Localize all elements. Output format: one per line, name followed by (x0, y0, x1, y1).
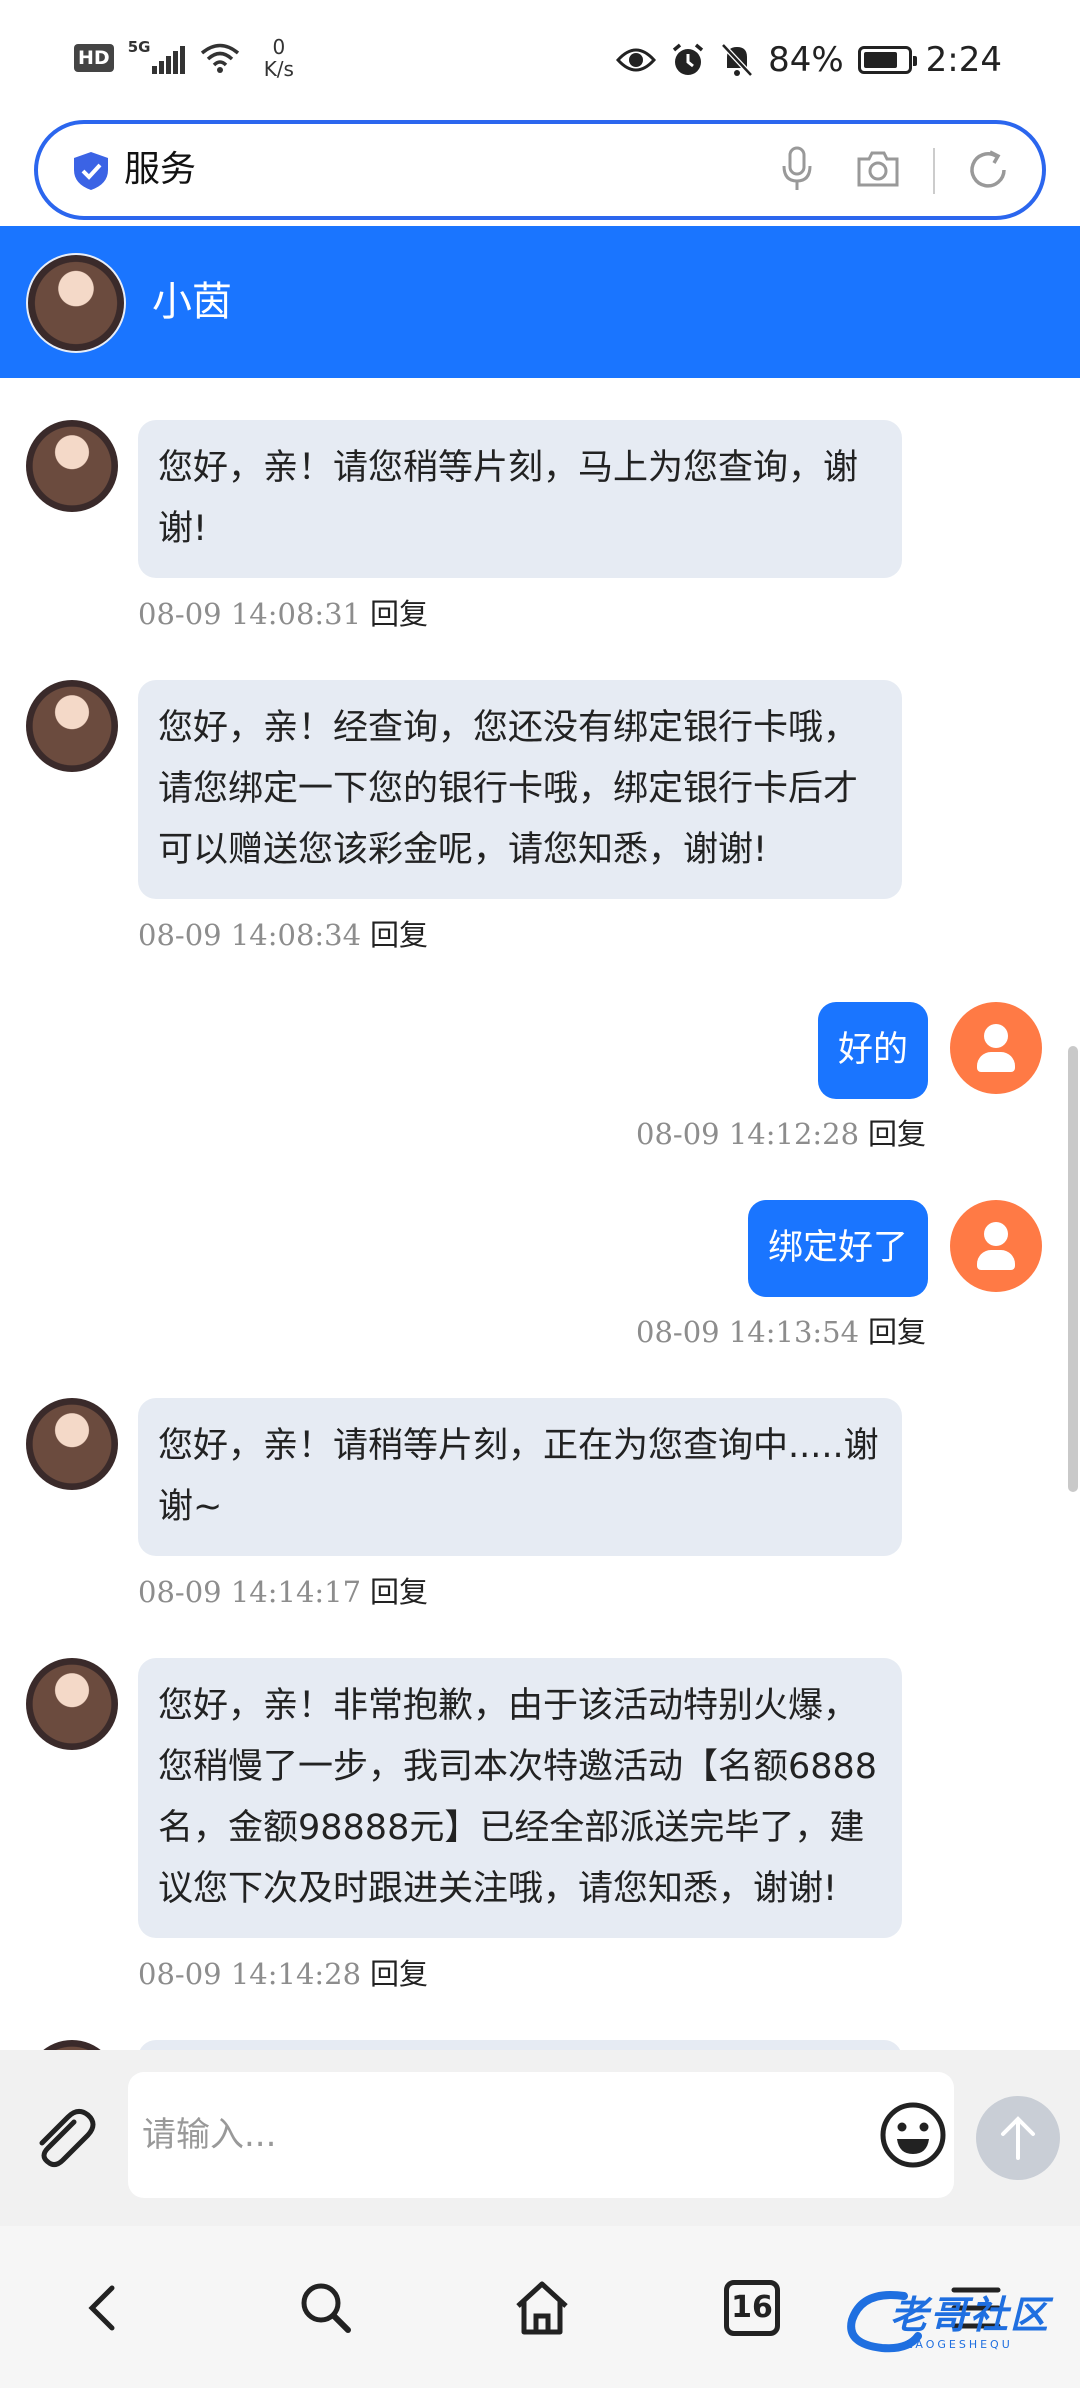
watermark-logo: 老哥社区 LAOGESHEQU (842, 2286, 1064, 2362)
message-list[interactable]: 您好，亲！请您稍等片刻，马上为您查询，谢谢! 08-09 14:08:31 回复… (0, 378, 1080, 2050)
status-bar: HD 5G 0 K/s 84% 2:24 (0, 0, 1080, 118)
microphone-icon[interactable] (780, 146, 814, 192)
message-time: 08-09 14:14:28 (138, 1957, 362, 1991)
message-bubble-agent: 您好，亲！经查询，您还没有绑定银行卡哦，请您绑定一下您的银行卡哦，绑定银行卡后才… (138, 680, 902, 899)
network-type: 5G (127, 38, 151, 56)
mute-bell-icon (721, 43, 753, 77)
user-avatar (950, 1002, 1042, 1094)
message-time: 08-09 14:08:34 (138, 918, 362, 952)
message-bubble-user: 好的 (817, 1002, 928, 1099)
tab-count: 16 (731, 2290, 773, 2325)
input-bar: 请输入... (0, 2050, 1080, 2226)
net-speed-unit: K/s (263, 57, 294, 81)
reply-button[interactable]: 回复 (370, 915, 428, 955)
agent-avatar (26, 1658, 118, 1750)
search-icon[interactable] (294, 2276, 358, 2340)
agent-name: 小茵 (152, 279, 232, 325)
arrow-up-icon (1001, 2116, 1035, 2160)
reply-button[interactable]: 回复 (868, 1114, 926, 1154)
message-bubble-agent: 您好，亲！请稍等片刻，正在为您查询中.....谢谢~ (138, 1398, 902, 1556)
tabs-button[interactable]: 16 (724, 2280, 780, 2336)
input-placeholder: 请输入... (142, 2115, 277, 2155)
agent-avatar (26, 253, 126, 353)
eye-icon (616, 48, 657, 72)
status-right: 84% 2:24 (616, 40, 1002, 80)
message-bubble-agent: 您好，亲！非常抱歉，由于该活动特别火爆，您稍慢了一步，我司本次特邀活动【名额68… (138, 1658, 902, 1938)
message-input[interactable]: 请输入... (128, 2072, 954, 2198)
browser-nav-bar: 16 老哥社区 LAOGESHEQU (0, 2226, 1080, 2388)
address-text[interactable]: 服务 (124, 144, 196, 196)
message-time: 08-09 14:12:28 (636, 1117, 860, 1151)
message-bubble-agent (138, 2040, 902, 2050)
address-bar[interactable]: 服务 (34, 120, 1046, 220)
agent-avatar (26, 420, 118, 512)
divider (933, 148, 935, 194)
hd-badge: HD (74, 44, 114, 72)
shield-icon (74, 152, 108, 190)
signal-icon: 5G (128, 38, 186, 78)
message-bubble-agent: 您好，亲！请您稍等片刻，马上为您查询，谢谢! (138, 420, 902, 578)
message-bubble-user: 绑定好了 (747, 1200, 928, 1297)
refresh-icon[interactable] (966, 148, 1010, 192)
agent-avatar (26, 1398, 118, 1490)
message-time: 08-09 14:08:31 (138, 597, 362, 631)
user-avatar (950, 1200, 1042, 1292)
message-time: 08-09 14:13:54 (636, 1315, 860, 1349)
wifi-icon (200, 43, 239, 73)
reply-button[interactable]: 回复 (868, 1312, 926, 1352)
back-icon[interactable] (72, 2276, 136, 2340)
battery-icon (857, 46, 917, 74)
reply-button[interactable]: 回复 (370, 594, 428, 634)
home-icon[interactable] (510, 2276, 574, 2340)
camera-icon[interactable] (856, 150, 900, 188)
alarm-icon (672, 43, 704, 75)
reply-button[interactable]: 回复 (370, 1954, 428, 1994)
paperclip-icon[interactable] (28, 2102, 100, 2174)
watermark-subtext: LAOGESHEQU (906, 2338, 1013, 2351)
scrollbar[interactable] (1068, 378, 1080, 2050)
clock: 2:24 (925, 40, 1002, 80)
net-speed-value: 0 (272, 35, 286, 59)
agent-avatar (26, 2040, 118, 2050)
watermark-text: 老哥社区 (890, 2293, 1051, 2337)
emoji-icon[interactable] (878, 2100, 948, 2170)
agent-avatar (26, 680, 118, 772)
battery-percent: 84% (768, 40, 844, 80)
send-button[interactable] (976, 2096, 1060, 2180)
status-left: HD 5G 0 K/s (74, 36, 294, 80)
net-speed: 0 K/s (264, 36, 294, 80)
scrollbar-thumb[interactable] (1068, 1046, 1078, 1492)
reply-button[interactable]: 回复 (370, 1572, 428, 1612)
chat-header: 小茵 (0, 226, 1080, 378)
message-time: 08-09 14:14:17 (138, 1575, 362, 1609)
